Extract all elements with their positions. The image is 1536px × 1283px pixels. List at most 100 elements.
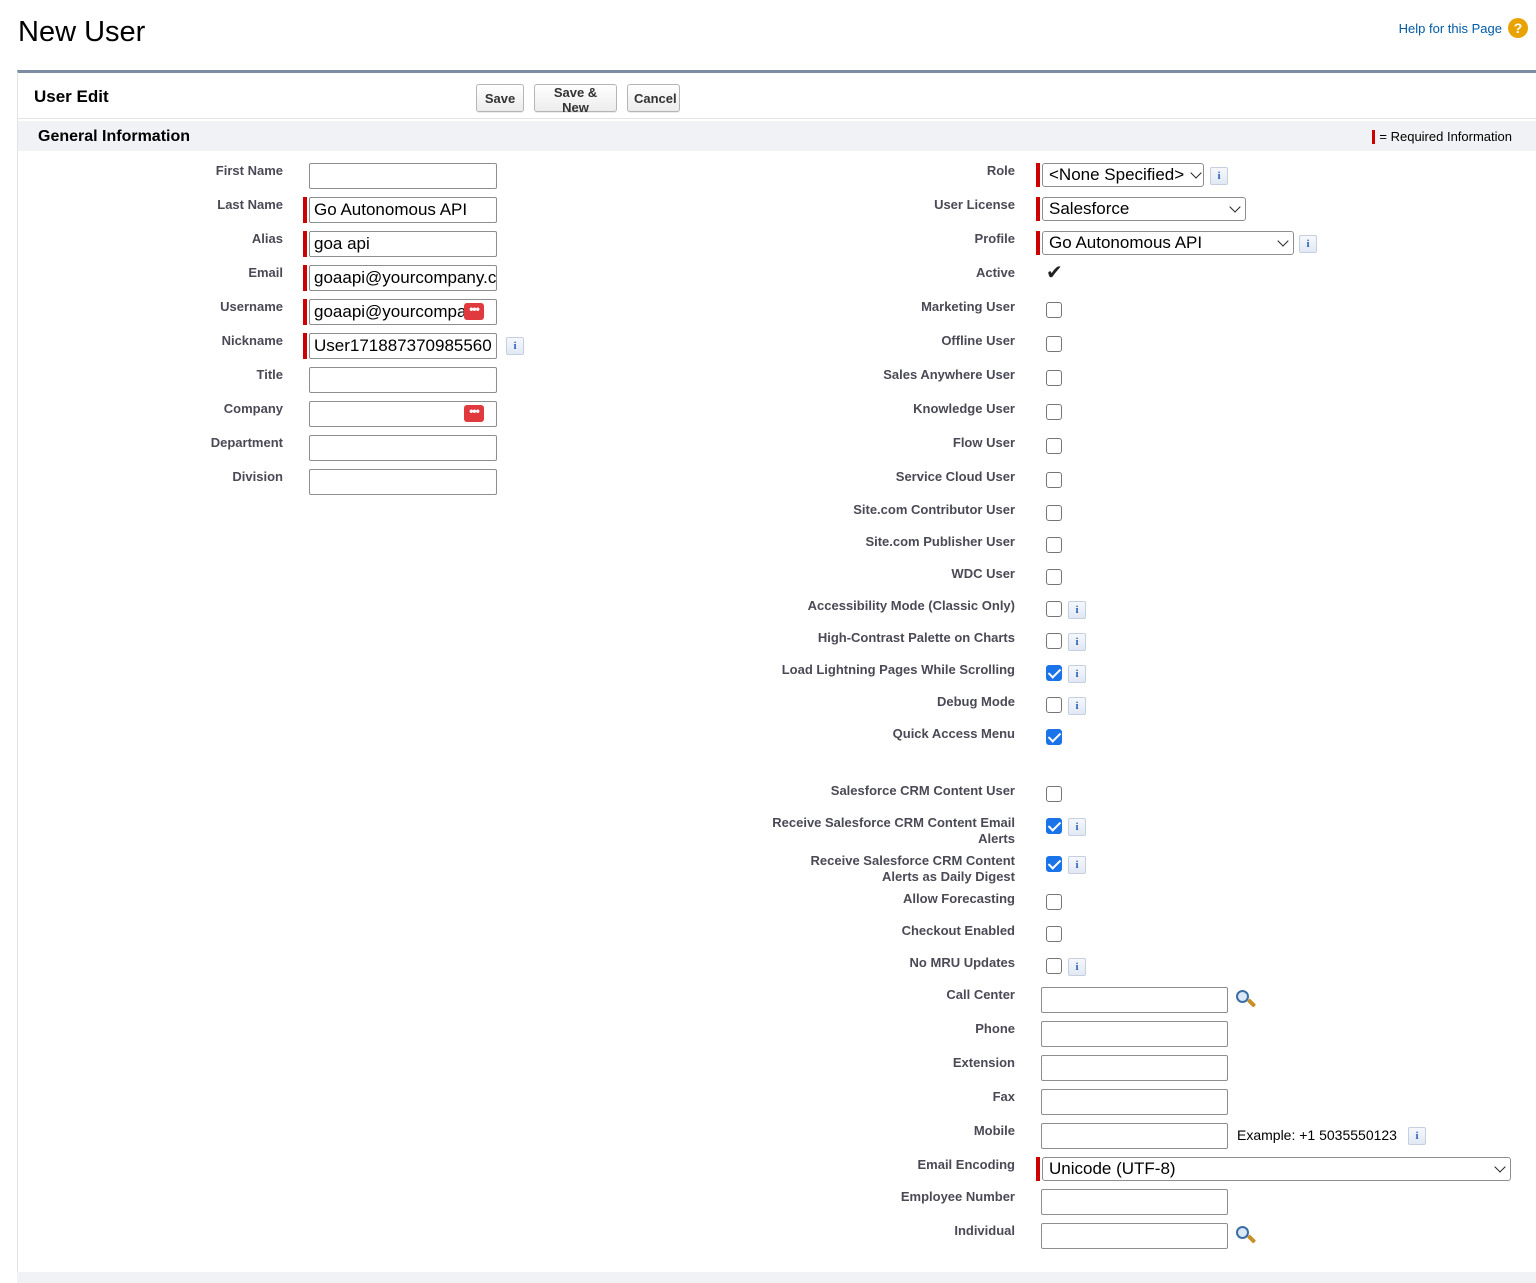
extension-label: Extension <box>952 1055 1015 1070</box>
accessibility-mode-checkbox[interactable] <box>1046 601 1062 617</box>
alias-input[interactable]: goa api <box>309 231 497 257</box>
flow-user-label: Flow User <box>952 435 1015 450</box>
password-manager-icon[interactable]: ••• <box>464 303 484 320</box>
load-lightning-checkbox[interactable] <box>1046 665 1062 681</box>
role-label: Role <box>986 163 1015 178</box>
division-input[interactable] <box>309 469 497 495</box>
chevron-down-icon <box>1277 235 1289 247</box>
save-and-new-button[interactable]: Save & New <box>534 84 617 115</box>
call-center-input[interactable] <box>1041 987 1228 1013</box>
allow-forecasting-checkbox[interactable] <box>1046 894 1062 910</box>
service-cloud-user-checkbox[interactable] <box>1046 472 1062 488</box>
mobile-input[interactable] <box>1041 1123 1228 1149</box>
marketing-user-checkbox[interactable] <box>1046 302 1062 318</box>
wdc-user-label: WDC User <box>951 566 1015 581</box>
high-contrast-label: High-Contrast Palette on Charts <box>817 630 1015 645</box>
help-link-label: Help for this Page <box>1398 20 1502 36</box>
site-contributor-checkbox[interactable] <box>1046 505 1062 521</box>
extension-input[interactable] <box>1041 1055 1228 1081</box>
offline-user-checkbox[interactable] <box>1046 336 1062 352</box>
crm-daily-digest-checkbox[interactable] <box>1046 856 1062 872</box>
password-manager-icon[interactable]: ••• <box>464 405 484 422</box>
debug-mode-label: Debug Mode <box>937 694 1015 709</box>
high-contrast-checkbox[interactable] <box>1046 633 1062 649</box>
load-lightning-label: Load Lightning Pages While Scrolling <box>781 662 1015 677</box>
marketing-user-label: Marketing User <box>921 299 1015 314</box>
department-input[interactable] <box>309 435 497 461</box>
required-marker <box>303 197 307 223</box>
active-checkmark-icon: ✔ <box>1046 262 1063 284</box>
save-button[interactable]: Save <box>476 84 524 112</box>
info-icon[interactable]: i <box>1068 697 1086 715</box>
email-label: Email <box>248 265 283 280</box>
nickname-input[interactable]: User171887370985560 <box>309 333 497 359</box>
checkout-enabled-checkbox[interactable] <box>1046 926 1062 942</box>
lookup-icon[interactable] <box>1235 989 1257 1009</box>
help-link[interactable]: Help for this Page ? <box>1399 18 1528 38</box>
phone-input[interactable] <box>1041 1021 1228 1047</box>
info-icon[interactable]: i <box>1068 665 1086 683</box>
info-icon[interactable]: i <box>1210 167 1228 185</box>
no-mru-updates-checkbox[interactable] <box>1046 958 1062 974</box>
required-marker <box>1036 163 1040 187</box>
site-publisher-checkbox[interactable] <box>1046 537 1062 553</box>
first-name-input[interactable] <box>309 163 497 189</box>
username-label: Username <box>220 299 283 314</box>
panel-header: User Edit Save Save & New Cancel <box>18 73 1536 119</box>
section-general-information: General Information = Required Informati… <box>18 121 1536 151</box>
info-icon[interactable]: i <box>1068 818 1086 836</box>
individual-input[interactable] <box>1041 1223 1228 1249</box>
debug-mode-checkbox[interactable] <box>1046 697 1062 713</box>
wdc-user-checkbox[interactable] <box>1046 569 1062 585</box>
chevron-down-icon <box>1190 167 1202 179</box>
first-name-label: First Name <box>215 163 283 178</box>
info-icon[interactable]: i <box>506 337 524 355</box>
quick-access-label: Quick Access Menu <box>892 726 1015 741</box>
crm-email-alerts-label-line1: Receive Salesforce CRM Content Email <box>772 815 1015 830</box>
profile-label: Profile <box>974 231 1015 246</box>
flow-user-checkbox[interactable] <box>1046 438 1062 454</box>
nickname-label: Nickname <box>221 333 283 348</box>
info-icon[interactable]: i <box>1299 235 1317 253</box>
lookup-icon[interactable] <box>1235 1225 1257 1245</box>
required-marker <box>303 299 307 325</box>
info-icon[interactable]: i <box>1068 958 1086 976</box>
alias-label: Alias <box>251 231 283 246</box>
info-icon[interactable]: i <box>1068 601 1086 619</box>
knowledge-user-checkbox[interactable] <box>1046 404 1062 420</box>
last-name-input[interactable]: Go Autonomous API <box>309 197 497 223</box>
info-icon[interactable]: i <box>1068 633 1086 651</box>
email-encoding-select[interactable]: Unicode (UTF-8) <box>1042 1157 1511 1181</box>
info-icon[interactable]: i <box>1408 1127 1426 1145</box>
quick-access-checkbox[interactable] <box>1046 729 1062 745</box>
required-marker <box>1372 129 1376 144</box>
employee-number-input[interactable] <box>1041 1189 1228 1215</box>
email-input[interactable]: goaapi@yourcompany.c <box>309 265 497 291</box>
call-center-label: Call Center <box>946 987 1015 1002</box>
crm-email-alerts-label-line2: Alerts <box>978 831 1015 846</box>
fax-input[interactable] <box>1041 1089 1228 1115</box>
service-cloud-user-label: Service Cloud User <box>895 469 1015 484</box>
panel-title: User Edit <box>34 87 109 106</box>
required-legend: = Required Information <box>1372 129 1512 144</box>
required-marker <box>1036 197 1040 221</box>
section-title: General Information <box>38 128 191 145</box>
email-encoding-label: Email Encoding <box>917 1157 1015 1172</box>
profile-select[interactable]: Go Autonomous API <box>1042 231 1294 255</box>
company-label: Company <box>223 401 283 416</box>
site-publisher-label: Site.com Publisher User <box>865 534 1015 549</box>
sales-anywhere-user-checkbox[interactable] <box>1046 370 1062 386</box>
role-select[interactable]: <None Specified> <box>1042 163 1204 187</box>
chevron-down-icon <box>1494 1161 1506 1173</box>
crm-content-user-checkbox[interactable] <box>1046 786 1062 802</box>
info-icon[interactable]: i <box>1068 856 1086 874</box>
user-license-select[interactable]: Salesforce <box>1042 197 1246 221</box>
cancel-button[interactable]: Cancel <box>627 84 680 112</box>
crm-daily-digest-label-line2: Alerts as Daily Digest <box>882 869 1015 884</box>
title-input[interactable] <box>309 367 497 393</box>
crm-email-alerts-label: Receive Salesforce CRM Content Email Ale… <box>715 815 1015 847</box>
knowledge-user-label: Knowledge User <box>913 401 1015 416</box>
crm-email-alerts-checkbox[interactable] <box>1046 818 1062 834</box>
required-marker <box>303 265 307 291</box>
user-license-label: User License <box>934 197 1015 212</box>
